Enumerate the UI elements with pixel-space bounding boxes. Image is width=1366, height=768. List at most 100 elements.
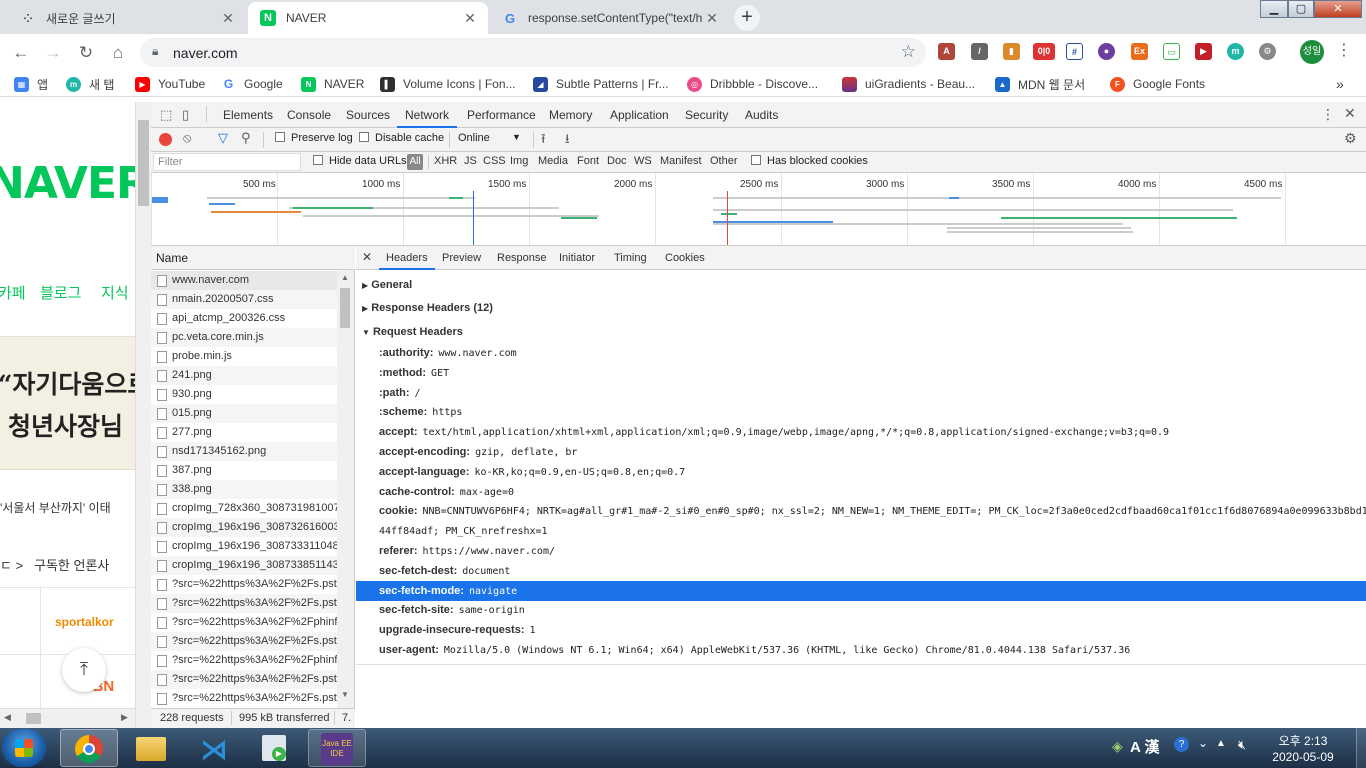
news-headline[interactable]: '서울서 부산까지' 이태 (0, 499, 111, 516)
header-row[interactable]: cache-control: max-age=0 (356, 482, 1366, 502)
tab-sources[interactable]: Sources (346, 108, 390, 122)
request-row[interactable]: ?src=%22https%3A%2F%2Fs.pstatic (151, 632, 337, 651)
hide-data-urls-checkbox[interactable]: Hide data URLs (313, 155, 407, 167)
request-row[interactable]: 338.png (151, 480, 337, 499)
eyedropper-extension-icon[interactable]: / (971, 43, 988, 60)
filter-type-css[interactable]: CSS (483, 155, 506, 167)
ad-banner[interactable]: “자기다움으로 청년사장님 (0, 336, 135, 470)
taskbar-chrome[interactable] (60, 729, 118, 767)
header-row[interactable]: accept: text/html,application/xhtml+xml,a… (356, 422, 1366, 442)
close-icon[interactable]: ✕ (462, 10, 478, 27)
taskbar-media[interactable]: ▶ (246, 729, 304, 767)
tab-console[interactable]: Console (287, 108, 331, 122)
close-detail-icon[interactable]: ✕ (362, 250, 372, 264)
request-row[interactable]: ?src=%22https%3A%2F%2Fs.pstatic (151, 575, 337, 594)
naver-logo[interactable]: NAVER (0, 158, 135, 209)
filter-type-js[interactable]: JS (464, 155, 477, 167)
counter-extension-icon[interactable]: 0|0 (1033, 43, 1055, 60)
scroll-up-icon[interactable]: ▲ (341, 273, 349, 282)
press-logo-sportalkorea[interactable]: sportalkor (55, 615, 114, 629)
request-row[interactable]: nmain.20200507.css (151, 290, 337, 309)
scroll-top-icon[interactable]: ⤒ (62, 648, 106, 692)
taskbar-explorer[interactable] (122, 729, 180, 767)
header-row[interactable]: accept-encoding: gzip, deflate, br (356, 442, 1366, 462)
tab-network[interactable]: Network (396, 108, 458, 128)
filter-type-manifest[interactable]: Manifest (660, 155, 702, 167)
request-row[interactable]: 015.png (151, 404, 337, 423)
grid-extension-icon[interactable]: # (1066, 43, 1083, 60)
tab-security[interactable]: Security (685, 108, 728, 122)
request-row[interactable]: cropImg_196x196_30873385114380 (151, 556, 337, 575)
m-extension-icon[interactable]: m (1227, 43, 1244, 60)
header-row[interactable]: user-agent: Mozilla/5.0 (Windows NT 6.1; … (356, 640, 1366, 660)
request-row[interactable]: ?src=%22https%3A%2F%2Fs.pstatic (151, 594, 337, 613)
tab-memory[interactable]: Memory (549, 108, 592, 122)
close-window-button[interactable]: ✕ (1314, 0, 1362, 18)
menu-dots-icon[interactable]: ⋮ (1336, 40, 1352, 64)
tab-new-post[interactable]: ⁘ 새로운 글쓰기 ✕ (8, 2, 246, 34)
header-row[interactable]: cookie: NNB=CNNTUWV6P6HF4; NRTK=ag#all_gr… (356, 501, 1366, 521)
scroll-thumb[interactable] (26, 713, 41, 724)
scroll-left-icon[interactable]: ◀ (4, 712, 11, 723)
import-har-icon[interactable]: ⭱ (541, 130, 546, 152)
taskbar-java-ide[interactable]: Java EE IDE (308, 729, 366, 767)
address-bar[interactable]: 🔒︎ naver.com ☆ (140, 38, 926, 67)
system-clock[interactable]: 오후 2:13 2020-05-09 (1268, 733, 1338, 765)
header-row[interactable]: sec-fetch-site: same-origin (356, 600, 1366, 620)
bookmark-naver[interactable]: N NAVER (301, 75, 364, 93)
filter-type-xhr[interactable]: XHR (434, 155, 457, 167)
screen-extension-icon[interactable]: ▭ (1163, 43, 1180, 60)
clear-icon[interactable]: ⦸ (183, 130, 191, 146)
ime-indicator[interactable]: A 漢 (1130, 736, 1159, 757)
request-row[interactable]: pc.veta.core.min.js (151, 328, 337, 347)
request-row[interactable]: cropImg_196x196_30873331104880 (151, 537, 337, 556)
header-row[interactable]: upgrade-insecure-requests: 1 (356, 620, 1366, 640)
tab-performance[interactable]: Performance (467, 108, 536, 122)
header-row[interactable]: 44ff84adf; PM_CK_nrefreshx=1 (356, 521, 1366, 541)
ime-settings-icon[interactable]: ⌄ (1198, 736, 1208, 750)
network-overview-timeline[interactable]: 500 ms 1000 ms 1500 ms 2000 ms 2500 ms 3… (151, 173, 1366, 246)
bookmarks-overflow-icon[interactable]: » (1336, 75, 1344, 93)
bookmark-uigradients[interactable]: uiGradients - Beau... (842, 75, 975, 93)
request-row[interactable]: 387.png (151, 461, 337, 480)
filter-input[interactable]: Filter (153, 153, 301, 171)
request-list-scrollbar[interactable]: ▲ ▼ (337, 270, 354, 708)
reload-icon[interactable]: ↻ (74, 41, 98, 65)
new-tab-button[interactable]: + (734, 5, 760, 31)
header-row[interactable]: referer: https://www.naver.com/ (356, 541, 1366, 561)
forward-arrow-icon[interactable]: → (41, 41, 65, 65)
tab-preview[interactable]: Preview (442, 252, 481, 264)
tab-cookies[interactable]: Cookies (665, 252, 705, 264)
subscribed-press-link[interactable]: 구독한 언론사 (34, 555, 109, 574)
filter-type-font[interactable]: Font (577, 155, 599, 167)
bookmark-apps[interactable]: ▦ 앱 (14, 75, 48, 93)
color-extension-icon[interactable]: ● (1098, 43, 1115, 60)
request-row[interactable]: ?src=%22https%3A%2F%2Fs.pstati (151, 689, 337, 708)
play-extension-icon[interactable]: ▶ (1195, 43, 1212, 60)
bookmark-star-icon[interactable]: ☆ (901, 42, 916, 62)
header-row[interactable]: sec-fetch-dest: document (356, 561, 1366, 581)
request-row[interactable]: ?src=%22https%3A%2F%2Fs.pstatic (151, 670, 337, 689)
throttle-select[interactable]: Online ▼ (458, 132, 522, 144)
back-arrow-icon[interactable]: ← (9, 41, 33, 65)
request-row[interactable]: cropImg_196x196_30873261600320 (151, 518, 337, 537)
tab-response[interactable]: Response (497, 252, 547, 264)
start-button[interactable] (2, 729, 46, 767)
header-row[interactable]: :path: / (356, 383, 1366, 403)
filter-type-other[interactable]: Other (710, 155, 738, 167)
request-row[interactable]: api_atcmp_200326.css (151, 309, 337, 328)
tab-audits[interactable]: Audits (745, 108, 778, 122)
close-icon[interactable]: ✕ (220, 10, 236, 27)
request-row[interactable]: ?src=%22https%3A%2F%2Fphinf.p (151, 613, 337, 632)
nav-kin[interactable]: 지식 (101, 282, 129, 303)
tab-application[interactable]: Application (610, 108, 669, 122)
taskbar-vscode[interactable]: ⋊ (184, 729, 242, 767)
request-row[interactable]: www.naver.com (151, 271, 337, 290)
chevron-right-icon[interactable]: ㄷ > (0, 555, 23, 574)
tab-naver[interactable]: N NAVER ✕ (248, 2, 488, 34)
inspect-icon[interactable]: ⬚ (160, 107, 172, 123)
blocked-cookies-checkbox[interactable]: Has blocked cookies (751, 155, 868, 167)
filter-type-img[interactable]: Img (510, 155, 528, 167)
language-icon[interactable]: ◈ (1112, 738, 1123, 755)
filter-type-ws[interactable]: WS (634, 155, 652, 167)
